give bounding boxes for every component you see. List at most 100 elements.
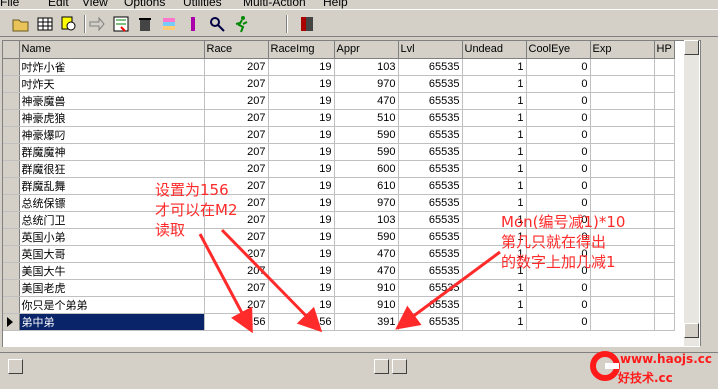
menu-edit[interactable]: Edit bbox=[48, 0, 69, 9]
cell-hp[interactable] bbox=[654, 143, 675, 161]
cell-race[interactable]: 207 bbox=[204, 279, 269, 297]
cell-cooleye[interactable]: 0 bbox=[526, 160, 591, 178]
scroll-left-button-2[interactable] bbox=[392, 359, 407, 374]
cell-lvl[interactable]: 65535 bbox=[398, 194, 463, 212]
cell-appr[interactable]: 910 bbox=[334, 279, 399, 297]
cell-appr[interactable]: 590 bbox=[334, 228, 399, 246]
cell-undead[interactable]: 1 bbox=[462, 143, 527, 161]
table-row[interactable]: 神豪爆叼 207 19 590 65535 1 0 bbox=[3, 126, 675, 144]
exit-door-icon[interactable] bbox=[298, 15, 316, 33]
cell-hp[interactable] bbox=[654, 296, 675, 314]
cell-lvl[interactable]: 65535 bbox=[398, 75, 463, 93]
cell-hp[interactable] bbox=[654, 177, 675, 195]
cell-appr[interactable]: 590 bbox=[334, 143, 399, 161]
cell-appr[interactable]: 470 bbox=[334, 92, 399, 110]
row-indicator[interactable] bbox=[3, 75, 20, 93]
trash-icon[interactable] bbox=[136, 15, 154, 33]
stack-icon[interactable] bbox=[160, 15, 178, 33]
cell-undead[interactable]: 1 bbox=[462, 58, 527, 76]
cell-raceimg[interactable]: 19 bbox=[268, 75, 335, 93]
cell-exp[interactable] bbox=[590, 296, 655, 314]
row-indicator[interactable] bbox=[3, 245, 20, 263]
scroll-left-button[interactable] bbox=[8, 359, 23, 374]
purple-bar-icon[interactable] bbox=[184, 15, 202, 33]
scroll-thumb[interactable] bbox=[684, 323, 699, 338]
table-row[interactable]: 弟中弟 156 156 391 65535 1 0 bbox=[3, 313, 675, 331]
cell-raceimg[interactable]: 19 bbox=[268, 245, 335, 263]
cell-race[interactable]: 207 bbox=[204, 245, 269, 263]
cell-name[interactable]: 英国大哥 bbox=[19, 245, 205, 263]
table-row[interactable]: 群魔乱舞 207 19 610 65535 1 0 bbox=[3, 177, 675, 195]
cell-appr[interactable]: 970 bbox=[334, 194, 399, 212]
cell-raceimg[interactable]: 19 bbox=[268, 262, 335, 280]
cell-appr[interactable]: 590 bbox=[334, 126, 399, 144]
cell-raceimg[interactable]: 19 bbox=[268, 296, 335, 314]
cell-race[interactable]: 207 bbox=[204, 296, 269, 314]
cell-hp[interactable] bbox=[654, 160, 675, 178]
cell-cooleye[interactable]: 0 bbox=[526, 75, 591, 93]
row-indicator[interactable] bbox=[3, 296, 20, 314]
menu-view[interactable]: View bbox=[82, 0, 108, 9]
cell-lvl[interactable]: 65535 bbox=[398, 279, 463, 297]
cell-undead[interactable]: 1 bbox=[462, 160, 527, 178]
cell-race[interactable]: 207 bbox=[204, 143, 269, 161]
cell-hp[interactable] bbox=[654, 194, 675, 212]
cell-undead[interactable]: 1 bbox=[462, 75, 527, 93]
cell-raceimg[interactable]: 19 bbox=[268, 126, 335, 144]
cell-name[interactable]: 吋炸天 bbox=[19, 75, 205, 93]
cell-hp[interactable] bbox=[654, 126, 675, 144]
right-arrow-icon[interactable] bbox=[88, 15, 106, 33]
column-header-race[interactable]: Race bbox=[204, 41, 269, 59]
row-indicator[interactable] bbox=[3, 313, 20, 331]
column-header-exp[interactable]: Exp bbox=[590, 41, 655, 59]
cell-race[interactable]: 207 bbox=[204, 75, 269, 93]
cell-appr[interactable]: 103 bbox=[334, 58, 399, 76]
cell-raceimg[interactable]: 19 bbox=[268, 194, 335, 212]
cell-race[interactable]: 207 bbox=[204, 126, 269, 144]
cell-undead[interactable]: 1 bbox=[462, 296, 527, 314]
cell-cooleye[interactable]: 0 bbox=[526, 279, 591, 297]
column-header-lvl[interactable]: Lvl bbox=[398, 41, 463, 59]
cell-cooleye[interactable]: 0 bbox=[526, 58, 591, 76]
cell-cooleye[interactable]: 0 bbox=[526, 109, 591, 127]
search-icon[interactable] bbox=[60, 15, 78, 33]
cell-appr[interactable]: 391 bbox=[334, 313, 399, 331]
cell-name[interactable]: 神豪爆叼 bbox=[19, 126, 205, 144]
cell-race[interactable]: 156 bbox=[204, 313, 269, 331]
cell-cooleye[interactable]: 0 bbox=[526, 126, 591, 144]
cell-race[interactable]: 207 bbox=[204, 262, 269, 280]
cell-exp[interactable] bbox=[590, 92, 655, 110]
cell-lvl[interactable]: 65535 bbox=[398, 143, 463, 161]
cell-lvl[interactable]: 65535 bbox=[398, 296, 463, 314]
table-row[interactable]: 群魔魔神 207 19 590 65535 1 0 bbox=[3, 143, 675, 161]
row-indicator[interactable] bbox=[3, 262, 20, 280]
cell-lvl[interactable]: 65535 bbox=[398, 177, 463, 195]
cell-name[interactable]: 美国大牛 bbox=[19, 262, 205, 280]
row-indicator[interactable] bbox=[3, 177, 20, 195]
cell-hp[interactable] bbox=[654, 228, 675, 246]
table-row[interactable]: 群魔很狂 207 19 600 65535 1 0 bbox=[3, 160, 675, 178]
cell-exp[interactable] bbox=[590, 313, 655, 331]
monster-grid[interactable]: Name Race RaceImg Appr Lvl Undead CoolEye Exp HP… bbox=[2, 40, 700, 347]
cell-cooleye[interactable]: 0 bbox=[526, 313, 591, 331]
cell-appr[interactable]: 103 bbox=[334, 211, 399, 229]
cell-name[interactable]: 吋炸小雀 bbox=[19, 58, 205, 76]
vertical-scrollbar[interactable] bbox=[684, 40, 699, 346]
open-folder-icon[interactable] bbox=[12, 15, 30, 33]
row-indicator[interactable] bbox=[3, 279, 20, 297]
table-row[interactable]: 神豪虎狼 207 19 510 65535 1 0 bbox=[3, 109, 675, 127]
cell-cooleye[interactable]: 0 bbox=[526, 296, 591, 314]
cell-raceimg[interactable]: 19 bbox=[268, 211, 335, 229]
cell-lvl[interactable]: 65535 bbox=[398, 262, 463, 280]
column-header-undead[interactable]: Undead bbox=[462, 41, 527, 59]
cell-appr[interactable]: 470 bbox=[334, 245, 399, 263]
cell-name[interactable]: 弟中弟 bbox=[19, 313, 205, 331]
menu-help[interactable]: Help bbox=[323, 0, 348, 9]
cell-raceimg[interactable]: 19 bbox=[268, 160, 335, 178]
cell-cooleye[interactable]: 0 bbox=[526, 92, 591, 110]
cell-appr[interactable]: 610 bbox=[334, 177, 399, 195]
row-indicator[interactable] bbox=[3, 211, 20, 229]
running-man-icon[interactable] bbox=[232, 15, 250, 33]
cell-race[interactable]: 207 bbox=[204, 109, 269, 127]
scroll-right-button[interactable] bbox=[374, 359, 389, 374]
